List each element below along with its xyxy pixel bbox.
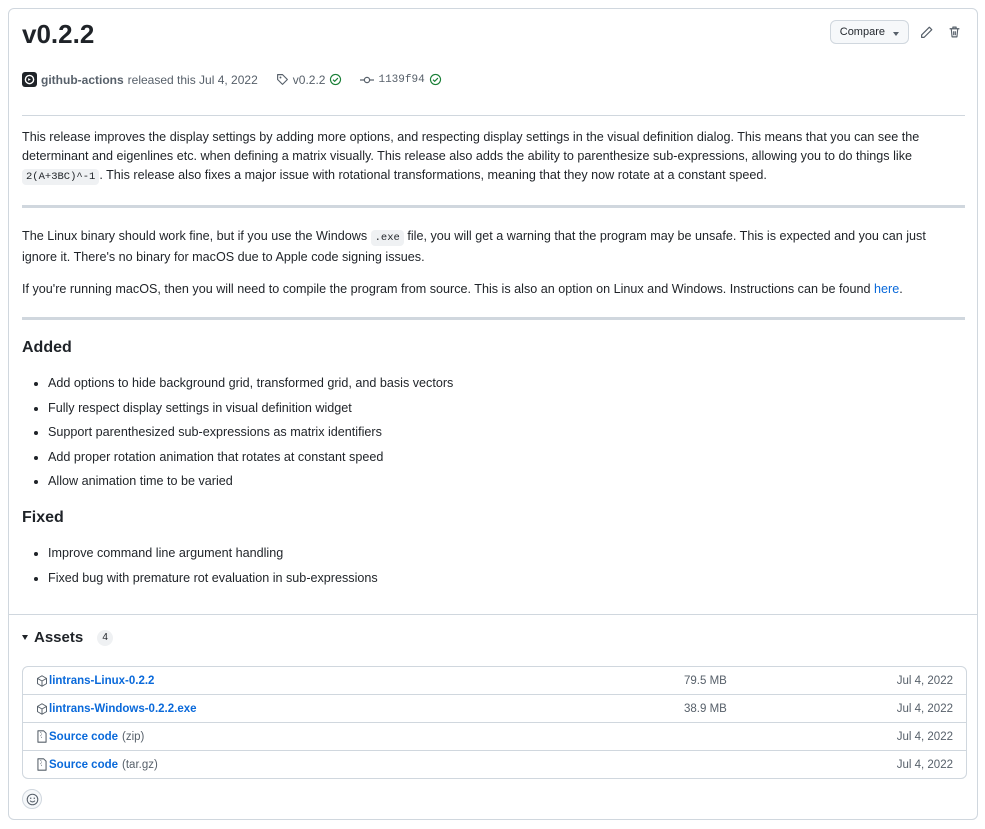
verified-check-icon: [429, 73, 441, 86]
tag-name: v0.2.2: [292, 72, 326, 87]
github-actions-icon: [24, 74, 35, 85]
assets-heading: Assets: [34, 629, 84, 646]
divider: [22, 317, 965, 320]
release-description: This release improves the display settin…: [22, 128, 957, 187]
commit-sha: 1139f94: [378, 73, 425, 86]
release-meta: github-actions released this Jul 4, 2022…: [22, 72, 442, 87]
author-link[interactable]: github-actions: [41, 73, 124, 87]
asset-date: Jul 4, 2022: [896, 730, 953, 743]
release-actions: Compare: [829, 20, 965, 44]
fixed-list: Improve command line argument handling F…: [22, 541, 378, 590]
inline-code: 2(A+3BC)^-1: [22, 169, 100, 185]
asset-link[interactable]: Source code (zip): [49, 731, 144, 743]
delete-button[interactable]: [943, 21, 965, 43]
added-list: Add options to hide background grid, tra…: [22, 371, 453, 494]
avatar[interactable]: [22, 72, 37, 87]
asset-size: 38.9 MB: [684, 702, 727, 715]
triangle-down-icon: [22, 635, 28, 640]
list-item: Add options to hide background grid, tra…: [48, 371, 453, 396]
edit-button[interactable]: [915, 21, 937, 43]
add-reaction-button[interactable]: [22, 789, 42, 809]
list-item: Support parenthesized sub-expressions as…: [48, 420, 453, 445]
paragraph-intro: This release improves the display settin…: [22, 130, 920, 185]
file-zip-icon: [37, 730, 47, 743]
fixed-heading: Fixed: [22, 509, 64, 526]
compare-button[interactable]: Compare: [829, 20, 909, 44]
list-item: Add proper rotation animation that rotat…: [48, 445, 453, 470]
divider: [22, 115, 965, 116]
paragraph-windows: The Linux binary should work fine, but i…: [22, 229, 926, 264]
list-item: Fixed bug with premature rot evaluation …: [48, 566, 378, 591]
asset-link[interactable]: lintrans-Windows-0.2.2.exe: [49, 703, 197, 715]
asset-row: lintrans-Windows-0.2.2.exe 38.9 MB Jul 4…: [23, 694, 966, 722]
file-zip-icon: [37, 758, 47, 771]
divider: [9, 614, 977, 615]
smiley-icon: [26, 793, 38, 805]
list-item: Allow animation time to be varied: [48, 469, 453, 494]
release-title[interactable]: v0.2.2: [22, 19, 94, 50]
chevron-down-icon: [893, 31, 899, 36]
divider: [22, 205, 965, 208]
tag-link[interactable]: v0.2.2: [276, 73, 343, 87]
pencil-icon: [920, 26, 932, 38]
asset-date: Jul 4, 2022: [896, 702, 953, 715]
compare-label: Compare: [839, 26, 885, 38]
trash-icon: [949, 26, 959, 38]
tag-icon: [276, 74, 288, 85]
asset-date: Jul 4, 2022: [896, 758, 953, 771]
asset-row: Source code (tar.gz) Jul 4, 2022: [23, 750, 966, 778]
commit-link[interactable]: 1139f94: [360, 73, 441, 86]
package-icon: [37, 674, 47, 687]
assets-list: lintrans-Linux-0.2.2 79.5 MB Jul 4, 2022…: [22, 666, 967, 779]
commit-icon: [360, 76, 375, 83]
inline-code: .exe: [370, 230, 404, 246]
asset-link[interactable]: Source code (tar.gz): [49, 759, 158, 771]
release-notes-platform: The Linux binary should work fine, but i…: [22, 227, 957, 299]
added-heading: Added: [22, 339, 72, 356]
instructions-link[interactable]: here: [874, 282, 899, 296]
released-text: released this Jul 4, 2022: [127, 72, 258, 87]
asset-link[interactable]: lintrans-Linux-0.2.2: [49, 675, 154, 687]
paragraph-macos: If you're running macOS, then you will n…: [22, 282, 903, 296]
assets-toggle[interactable]: Assets 4: [22, 629, 114, 646]
asset-row: Source code (zip) Jul 4, 2022: [23, 722, 966, 750]
asset-date: Jul 4, 2022: [896, 674, 953, 687]
list-item: Fully respect display settings in visual…: [48, 396, 453, 421]
asset-row: lintrans-Linux-0.2.2 79.5 MB Jul 4, 2022: [23, 667, 966, 694]
assets-count-badge: 4: [97, 629, 114, 646]
release-card: v0.2.2 Compare github-actions released t…: [8, 8, 978, 820]
asset-size: 79.5 MB: [684, 674, 727, 687]
package-icon: [37, 702, 47, 715]
list-item: Improve command line argument handling: [48, 541, 378, 566]
verified-check-icon: [330, 73, 342, 86]
